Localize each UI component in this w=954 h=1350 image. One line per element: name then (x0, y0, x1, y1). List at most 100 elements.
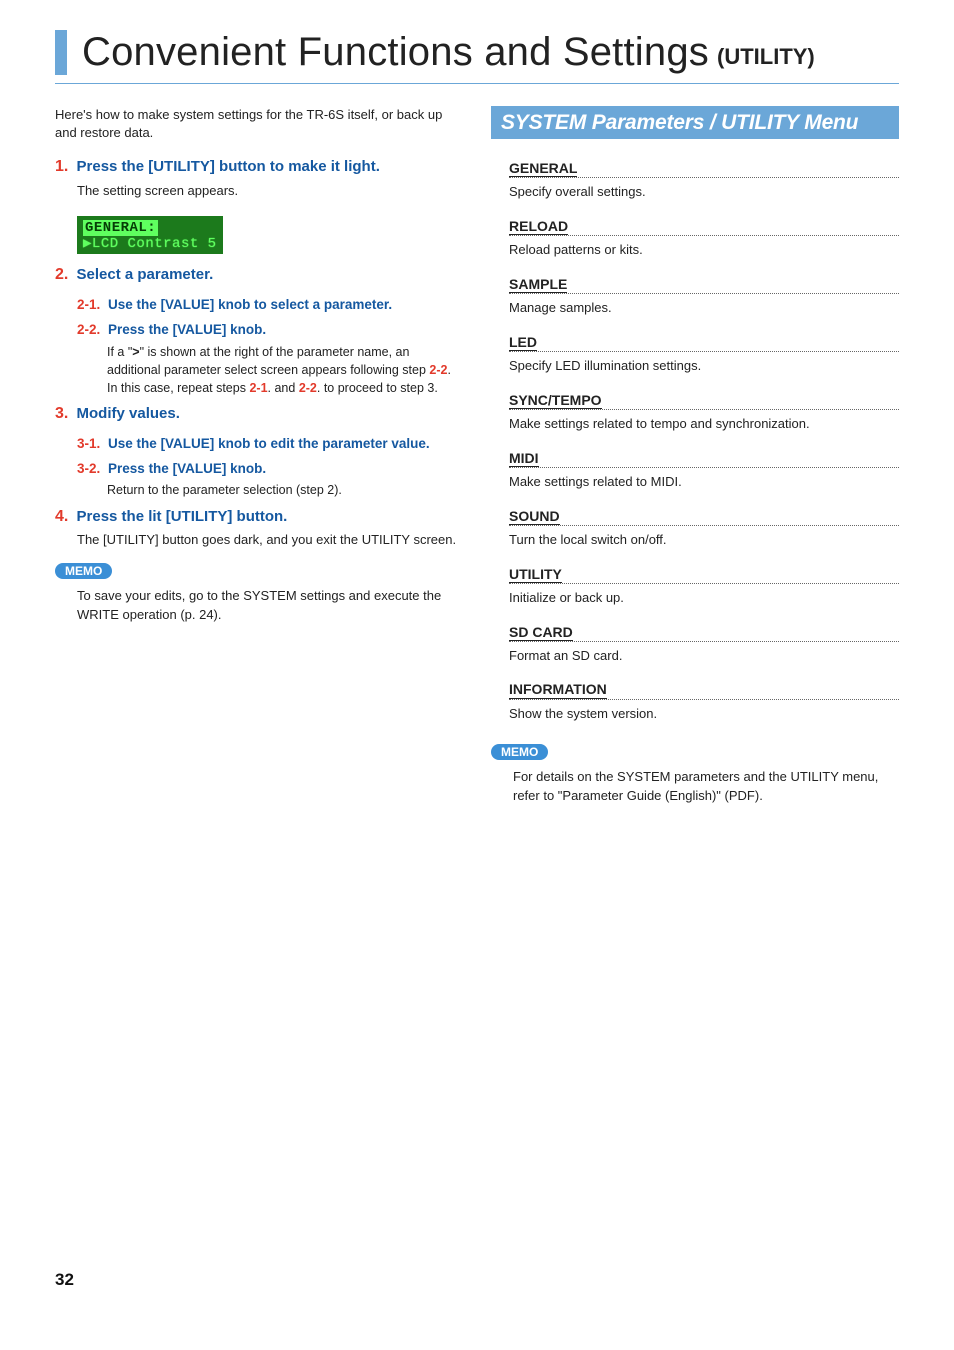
sb22-ref3: 2-2 (299, 381, 317, 395)
param-title-text: INFORMATION (509, 682, 607, 698)
substep-2-1-pre: Use the (108, 297, 161, 312)
arrow-icon: > (132, 345, 139, 359)
sb22-e: . to proceed to step 3. (317, 381, 438, 395)
substep-2-1-head: 2-1. Use the [VALUE] knob to select a pa… (77, 296, 463, 315)
param-desc: Manage samples. (509, 299, 899, 317)
substep-2-2-num: 2-2. (77, 322, 100, 337)
step-1-post: button to make it light. (215, 158, 380, 175)
param-title-text: UTILITY (509, 567, 562, 583)
left-column: Here's how to make system settings for t… (55, 106, 463, 805)
substep-3-2-post: knob. (226, 461, 266, 476)
substep-3-1-head: 3-1. Use the [VALUE] knob to edit the pa… (77, 435, 463, 454)
param-desc: Make settings related to tempo and synch… (509, 415, 899, 433)
param-title-text: GENERAL (509, 161, 577, 177)
step-2-head: 2. Select a parameter. (55, 264, 463, 286)
step-3: 3. Modify values. (55, 403, 463, 425)
step-4-body: The [UTILITY] button goes dark, and you … (77, 531, 463, 549)
param-title: INFORMATION (509, 682, 899, 699)
sb22-b: " is shown at the right of the parameter… (107, 345, 429, 377)
substep-3-2-head: 3-2. Press the [VALUE] knob. (77, 460, 463, 479)
step-3-text: Modify values. (77, 405, 180, 422)
substep-3-2-num: 3-2. (77, 461, 100, 476)
substep-2-2-body: If a ">" is shown at the right of the pa… (107, 343, 463, 397)
param-title-text: MIDI (509, 451, 539, 467)
memo-pill-left: MEMO (55, 563, 112, 579)
param-desc: Show the system version. (509, 705, 899, 723)
sb22-a: If a " (107, 345, 132, 359)
param-title-text: LED (509, 335, 537, 351)
page-title-sub: (UTILITY) (717, 44, 815, 75)
section-bar: SYSTEM Parameters / UTILITY Menu (491, 106, 899, 139)
page-number: 32 (55, 1270, 74, 1290)
substep-2-1: 2-1. Use the [VALUE] knob to select a pa… (77, 296, 463, 315)
param-title: RELOAD (509, 219, 899, 236)
param-item: INFORMATION Show the system version. (509, 682, 899, 722)
substep-2-2-bracket: [VALUE] (173, 322, 227, 337)
right-column: SYSTEM Parameters / UTILITY Menu GENERAL… (491, 106, 899, 805)
step-4: 4. Press the lit [UTILITY] button. The [… (55, 506, 463, 550)
step-2-num: 2. (55, 266, 68, 283)
param-title-text: SOUND (509, 509, 560, 525)
sb22-ref2: 2-1 (249, 381, 267, 395)
step-1-bracket: [UTILITY] (148, 158, 215, 175)
step-3-num: 3. (55, 405, 68, 422)
substep-3-2-pre: Press the (108, 461, 173, 476)
param-title-text: RELOAD (509, 219, 568, 235)
step-2-text: Select a parameter. (77, 266, 214, 283)
substep-3-2-body: Return to the parameter selection (step … (107, 481, 463, 499)
substep-2-2: 2-2. Press the [VALUE] knob. If a ">" is… (77, 321, 463, 397)
param-item: SYNC/TEMPO Make settings related to tempo… (509, 393, 899, 433)
param-item: UTILITY Initialize or back up. (509, 567, 899, 607)
param-title-text: SYNC/TEMPO (509, 393, 602, 409)
page-title: Convenient Functions and Settings (82, 30, 709, 75)
step-4-post: button. (232, 508, 287, 525)
lcd-screen: GENERAL: ▶LCD Contrast 5 (77, 216, 223, 254)
title-rule (55, 83, 899, 84)
param-title: SAMPLE (509, 277, 899, 294)
intro-text: Here's how to make system settings for t… (55, 106, 463, 142)
param-desc: Format an SD card. (509, 647, 899, 665)
param-title: SOUND (509, 509, 899, 526)
param-item: MIDIMake settings related to MIDI. (509, 451, 899, 491)
substep-2-2-pre: Press the (108, 322, 173, 337)
param-desc: Specify overall settings. (509, 183, 899, 201)
substep-3-1-pre: Use the (108, 436, 161, 451)
param-item: SOUNDTurn the local switch on/off. (509, 509, 899, 549)
step-4-num: 4. (55, 508, 68, 525)
substep-2-1-bracket: [VALUE] (161, 297, 215, 312)
substep-3-1-post: knob to edit the parameter value. (214, 436, 429, 451)
step-1: 1. Press the [UTILITY] button to make it… (55, 156, 463, 200)
param-item: SD CARD Format an SD card. (509, 625, 899, 665)
step-1-head: 1. Press the [UTILITY] button to make it… (55, 156, 463, 178)
lcd-line-2: ▶LCD Contrast 5 (83, 236, 217, 252)
sb22-d: . and (268, 381, 299, 395)
page-title-row: Convenient Functions and Settings (UTILI… (55, 30, 899, 75)
param-desc: Specify LED illumination settings. (509, 357, 899, 375)
step-4-bracket: [UTILITY] (166, 508, 233, 525)
substep-2-1-post: knob to select a parameter. (214, 297, 392, 312)
substep-3-1-num: 3-1. (77, 436, 100, 451)
substep-2-2-head: 2-2. Press the [VALUE] knob. (77, 321, 463, 340)
sb22-ref1: 2-2 (429, 363, 447, 377)
param-title: SD CARD (509, 625, 899, 642)
substep-2-2-post: knob. (226, 322, 266, 337)
param-title: GENERAL (509, 161, 899, 178)
param-title: UTILITY (509, 567, 899, 584)
param-title: SYNC/TEMPO (509, 393, 899, 410)
param-item: RELOADReload patterns or kits. (509, 219, 899, 259)
memo-text-left: To save your edits, go to the SYSTEM set… (77, 587, 463, 623)
memo-text-right: For details on the SYSTEM parameters and… (513, 768, 899, 804)
param-desc: Initialize or back up. (509, 589, 899, 607)
substep-2-1-num: 2-1. (77, 297, 100, 312)
step-2: 2. Select a parameter. (55, 264, 463, 286)
param-item: SAMPLE Manage samples. (509, 277, 899, 317)
step-3-head: 3. Modify values. (55, 403, 463, 425)
param-title-text: SAMPLE (509, 277, 567, 293)
step-1-num: 1. (55, 158, 68, 175)
step-4-pre: Press the lit (77, 508, 166, 525)
param-title-text: SD CARD (509, 625, 573, 641)
lcd-line-1: GENERAL: (83, 220, 158, 236)
param-title: MIDI (509, 451, 899, 468)
memo-pill-right: MEMO (491, 744, 548, 760)
step-4-head: 4. Press the lit [UTILITY] button. (55, 506, 463, 528)
